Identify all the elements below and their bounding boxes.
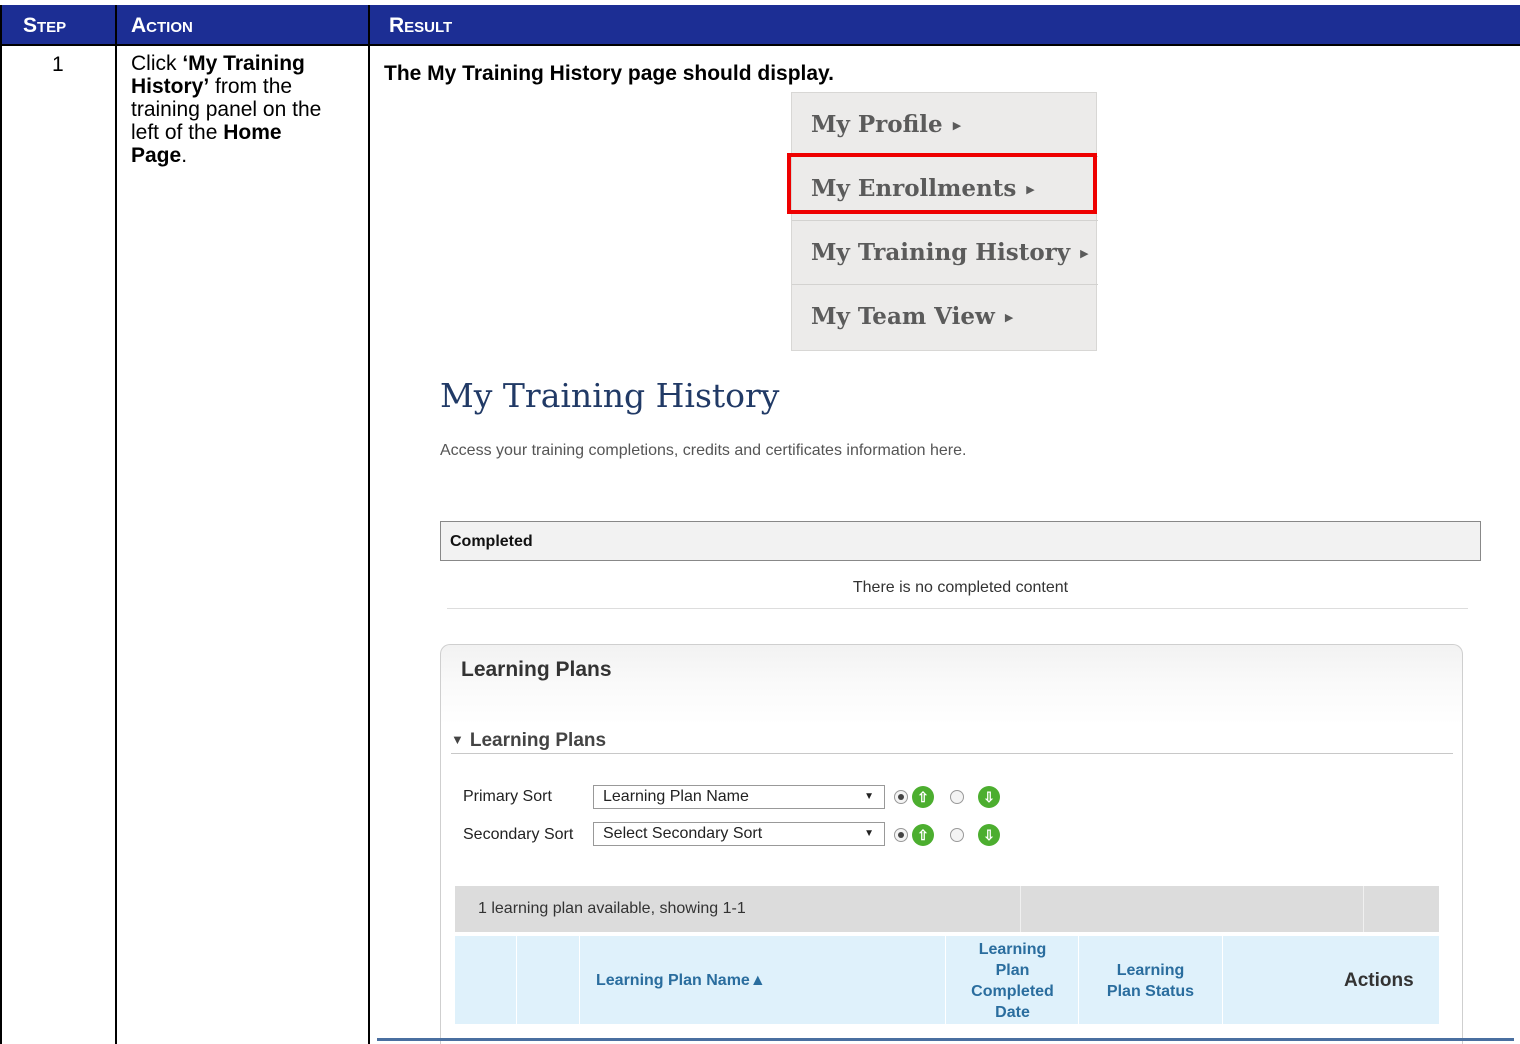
column-header-line: Learning [1116, 962, 1185, 979]
header-step: Step [23, 14, 67, 37]
action-part3: . [181, 144, 188, 167]
secondary-sort-label: Secondary Sort [463, 826, 574, 843]
column-header-learning-plan-status[interactable]: Learning Plan Status [1079, 960, 1222, 1002]
no-content-message: There is no completed content [852, 579, 1069, 596]
learning-plans-toggle[interactable]: ▼ Learning Plans [451, 730, 606, 752]
column-separator [1020, 886, 1021, 932]
column-header-line: Date [995, 1004, 1030, 1021]
menu-item-label: My Team View [811, 303, 995, 330]
menu-item-my-training-history[interactable]: My Training History ▶ [792, 221, 1098, 285]
triangle-right-icon: ▶ [952, 119, 962, 132]
action-part1: Click [131, 52, 183, 75]
primary-sort-select[interactable]: Learning Plan Name ▼ [593, 785, 885, 809]
menu-item-my-profile[interactable]: My Profile ▶ [792, 93, 1098, 157]
secondary-sort-select[interactable]: Select Secondary Sort ▼ [593, 822, 885, 846]
action-text: Click ‘My Training History’ from the tra… [131, 52, 341, 167]
header-action: Action [131, 14, 193, 37]
menu-item-my-team-view[interactable]: My Team View ▶ [792, 285, 1098, 349]
secondary-sort-value: Select Secondary Sort [603, 825, 763, 842]
highlight-box [787, 153, 1097, 214]
primary-sort-label: Primary Sort [463, 788, 552, 805]
arrow-up-icon[interactable]: ⇧ [912, 786, 934, 808]
training-panel-menu: My Profile ▶ My Enrollments ▶ My Training … [791, 92, 1098, 351]
triangle-right-icon: ▶ [1080, 247, 1089, 260]
column-header-learning-plan-name[interactable]: Learning Plan Name▲ [596, 970, 766, 991]
column-header-line: Plan [995, 962, 1030, 979]
column-separator [579, 936, 580, 1024]
column-separator [1363, 886, 1364, 932]
column-header-completed-date[interactable]: Learning Plan Completed Date [946, 939, 1079, 1023]
triangle-down-icon: ▼ [451, 732, 464, 747]
table-header-bottom [0, 44, 1520, 46]
table-border-left [0, 5, 2, 1044]
completed-section-header[interactable]: Completed [440, 521, 1481, 561]
column-header-line: Learning [978, 941, 1047, 958]
step-number: 1 [52, 53, 64, 76]
arrow-down-icon[interactable]: ⇩ [978, 786, 1000, 808]
arrow-down-icon[interactable]: ⇩ [978, 824, 1000, 846]
column-header-line: Plan Status [1106, 983, 1195, 1000]
dropdown-arrow-icon: ▼ [864, 828, 874, 839]
page-title: My Training History [440, 376, 780, 415]
column-header-actions: Actions [1344, 970, 1414, 991]
secondary-sort-asc-radio[interactable] [894, 828, 908, 842]
table-header-row [0, 5, 1520, 44]
divider [451, 753, 1453, 754]
primary-sort-desc-radio[interactable] [950, 790, 964, 804]
header-result: Result [389, 14, 453, 37]
divider [447, 608, 1468, 609]
table-divider-1 [115, 5, 117, 1044]
triangle-right-icon: ▶ [1004, 311, 1014, 324]
primary-sort-value: Learning Plan Name [603, 788, 749, 805]
column-separator [1222, 936, 1223, 1024]
arrow-up-icon[interactable]: ⇧ [912, 824, 934, 846]
menu-item-label: My Profile [811, 111, 943, 138]
secondary-sort-desc-radio[interactable] [950, 828, 964, 842]
page-subtitle: Access your training completions, credit… [440, 442, 967, 459]
primary-sort-asc-radio[interactable] [894, 790, 908, 804]
screenshot-bottom-border [377, 1038, 1514, 1041]
column-separator [516, 936, 517, 1024]
menu-item-label: My Training History [811, 239, 1071, 266]
table-divider-2 [368, 5, 370, 1044]
dropdown-arrow-icon: ▼ [864, 791, 874, 802]
results-count-text: 1 learning plan available, showing 1-1 [478, 900, 746, 917]
learning-plans-panel-title: Learning Plans [461, 658, 612, 681]
learning-plans-section-title: Learning Plans [469, 730, 607, 751]
result-title: The My Training History page should disp… [384, 62, 835, 85]
column-header-line: Completed [971, 983, 1054, 1000]
